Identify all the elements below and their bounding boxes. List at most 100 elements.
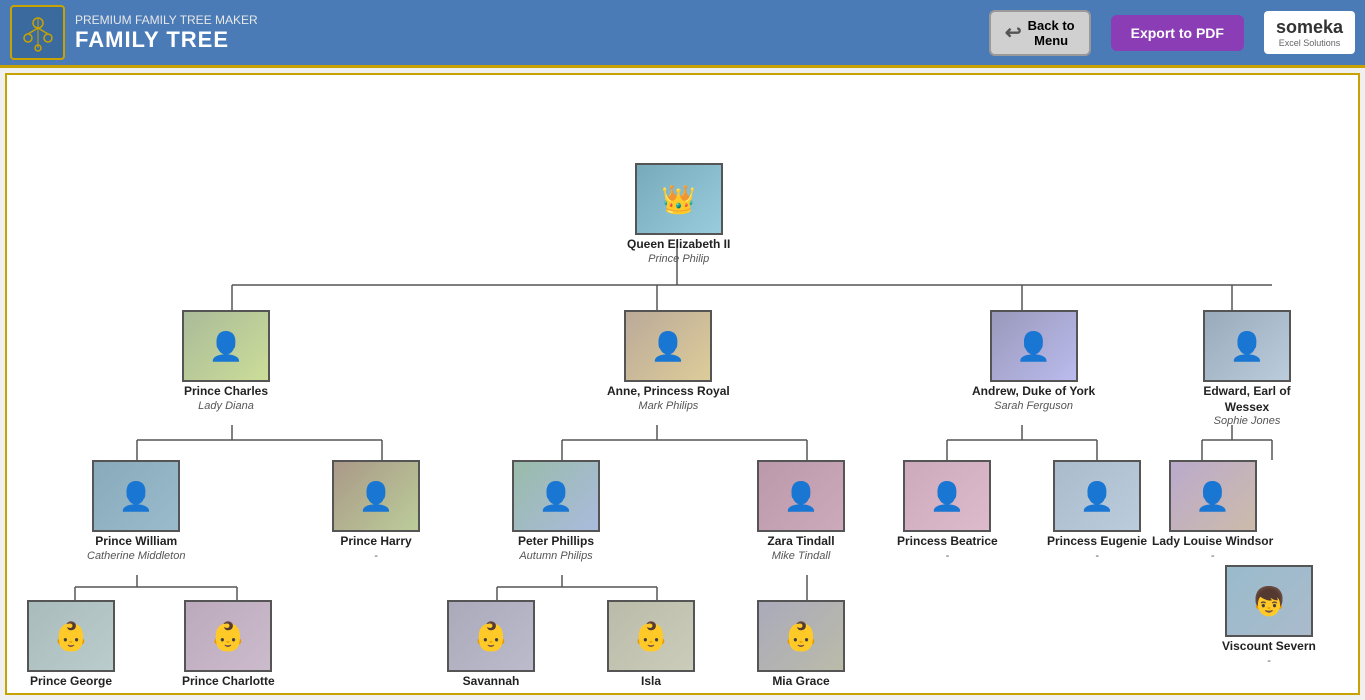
photo-severn: 👦 — [1225, 565, 1313, 637]
photo-mia: 👶 — [757, 600, 845, 672]
tree-wrapper: 👑 Queen Elizabeth II Prince Philip 👤 Pri… — [7, 75, 1347, 675]
back-to-menu-button[interactable]: ↩ Back toMenu — [989, 10, 1091, 56]
savannah-name: Savannah — [463, 674, 520, 690]
node-prince-charles: 👤 Prince Charles Lady Diana — [182, 310, 270, 412]
header: PREMIUM FAMILY TREE MAKER FAMILY TREE ↩ … — [0, 0, 1365, 68]
prince-charles-spouse: Lady Diana — [198, 400, 254, 412]
photo-queen-elizabeth: 👑 — [635, 163, 723, 235]
severn-icon: 👦 — [1251, 585, 1286, 618]
zara-icon: 👤 — [784, 480, 819, 513]
family-tree-container: 👑 Queen Elizabeth II Prince Philip 👤 Pri… — [5, 73, 1360, 695]
andrew-name: Andrew, Duke of York — [972, 384, 1095, 400]
charles-icon: 👤 — [209, 330, 244, 363]
isla-icon: 👶 — [634, 620, 669, 653]
louise-spouse: - — [1211, 550, 1215, 562]
someka-branding: someka Excel Solutions — [1264, 11, 1355, 54]
node-savannah: 👶 Savannah - — [447, 600, 535, 695]
someka-sub: Excel Solutions — [1279, 38, 1341, 48]
peter-icon: 👤 — [539, 480, 574, 513]
savannah-icon: 👶 — [474, 620, 509, 653]
photo-isla: 👶 — [607, 600, 695, 672]
charlotte-name: Prince Charlotte — [182, 674, 275, 690]
node-beatrice: 👤 Princess Beatrice - — [897, 460, 998, 562]
photo-charlotte: 👶 — [184, 600, 272, 672]
app-logo — [10, 5, 65, 60]
node-anne: 👤 Anne, Princess Royal Mark Philips — [607, 310, 730, 412]
node-zara: 👤 Zara Tindall Mike Tindall — [757, 460, 845, 562]
back-btn-label: Back toMenu — [1028, 18, 1075, 48]
photo-edward: 👤 — [1203, 310, 1291, 382]
andrew-icon: 👤 — [1016, 330, 1051, 363]
eugenie-name: Princess Eugenie — [1047, 534, 1147, 550]
harry-name: Prince Harry — [340, 534, 411, 550]
photo-savannah: 👶 — [447, 600, 535, 672]
william-name: Prince William — [95, 534, 177, 550]
peter-spouse: Autumn Philips — [519, 550, 592, 562]
severn-name: Viscount Severn — [1222, 639, 1316, 655]
eugenie-spouse: - — [1095, 550, 1099, 562]
node-mia: 👶 Mia Grace - — [757, 600, 845, 695]
mia-icon: 👶 — [784, 620, 819, 653]
edward-name: Edward, Earl of Wessex — [1182, 384, 1312, 415]
beatrice-spouse: - — [946, 550, 950, 562]
mia-name: Mia Grace — [772, 674, 829, 690]
anne-name: Anne, Princess Royal — [607, 384, 730, 400]
william-icon: 👤 — [119, 480, 154, 513]
queen-icon: 👑 — [661, 183, 696, 216]
isla-name: Isla — [641, 674, 661, 690]
peter-name: Peter Phillips — [518, 534, 594, 550]
beatrice-name: Princess Beatrice — [897, 534, 998, 550]
louise-name: Lady Louise Windsor — [1152, 534, 1273, 550]
harry-spouse: - — [374, 550, 378, 562]
node-severn: 👦 Viscount Severn - — [1222, 565, 1316, 667]
back-arrow-icon: ↩ — [1005, 20, 1022, 45]
node-william: 👤 Prince William Catherine Middleton — [87, 460, 185, 562]
node-isla: 👶 Isla - — [607, 600, 695, 695]
zara-spouse: Mike Tindall — [772, 550, 831, 562]
photo-harry: 👤 — [332, 460, 420, 532]
eugenie-icon: 👤 — [1080, 480, 1115, 513]
photo-zara: 👤 — [757, 460, 845, 532]
export-pdf-button[interactable]: Export to PDF — [1111, 15, 1244, 51]
node-harry: 👤 Prince Harry - — [332, 460, 420, 562]
zara-name: Zara Tindall — [767, 534, 834, 550]
photo-beatrice: 👤 — [903, 460, 991, 532]
george-icon: 👶 — [54, 620, 89, 653]
charlotte-icon: 👶 — [211, 620, 246, 653]
edward-icon: 👤 — [1230, 330, 1265, 363]
premium-label: PREMIUM FAMILY TREE MAKER — [75, 13, 989, 27]
photo-louise: 👤 — [1169, 460, 1257, 532]
charlotte-spouse: - — [227, 690, 231, 695]
mia-spouse: - — [799, 690, 803, 695]
savannah-spouse: - — [489, 690, 493, 695]
photo-george: 👶 — [27, 600, 115, 672]
anne-spouse: Mark Philips — [638, 400, 698, 412]
photo-william: 👤 — [92, 460, 180, 532]
node-louise: 👤 Lady Louise Windsor - — [1152, 460, 1273, 562]
edward-spouse: Sophie Jones — [1214, 415, 1281, 427]
william-spouse: Catherine Middleton — [87, 550, 185, 562]
photo-prince-charles: 👤 — [182, 310, 270, 382]
severn-spouse: - — [1267, 655, 1271, 667]
beatrice-icon: 👤 — [930, 480, 965, 513]
node-peter: 👤 Peter Phillips Autumn Philips — [512, 460, 600, 562]
george-name: Prince George — [30, 674, 112, 690]
photo-anne: 👤 — [624, 310, 712, 382]
node-george: 👶 Prince George - — [27, 600, 115, 695]
george-spouse: - — [69, 690, 73, 695]
queen-elizabeth-spouse: Prince Philip — [648, 253, 709, 265]
node-andrew: 👤 Andrew, Duke of York Sarah Ferguson — [972, 310, 1095, 412]
harry-icon: 👤 — [359, 480, 394, 513]
photo-peter: 👤 — [512, 460, 600, 532]
photo-eugenie: 👤 — [1053, 460, 1141, 532]
header-titles: PREMIUM FAMILY TREE MAKER FAMILY TREE — [75, 13, 989, 53]
anne-icon: 👤 — [651, 330, 686, 363]
isla-spouse: - — [649, 690, 653, 695]
node-edward: 👤 Edward, Earl of Wessex Sophie Jones — [1182, 310, 1312, 427]
app-title: FAMILY TREE — [75, 27, 989, 53]
node-queen-elizabeth: 👑 Queen Elizabeth II Prince Philip — [627, 163, 730, 265]
louise-icon: 👤 — [1195, 480, 1230, 513]
someka-name: someka — [1276, 17, 1343, 38]
node-eugenie: 👤 Princess Eugenie - — [1047, 460, 1147, 562]
prince-charles-name: Prince Charles — [184, 384, 268, 400]
